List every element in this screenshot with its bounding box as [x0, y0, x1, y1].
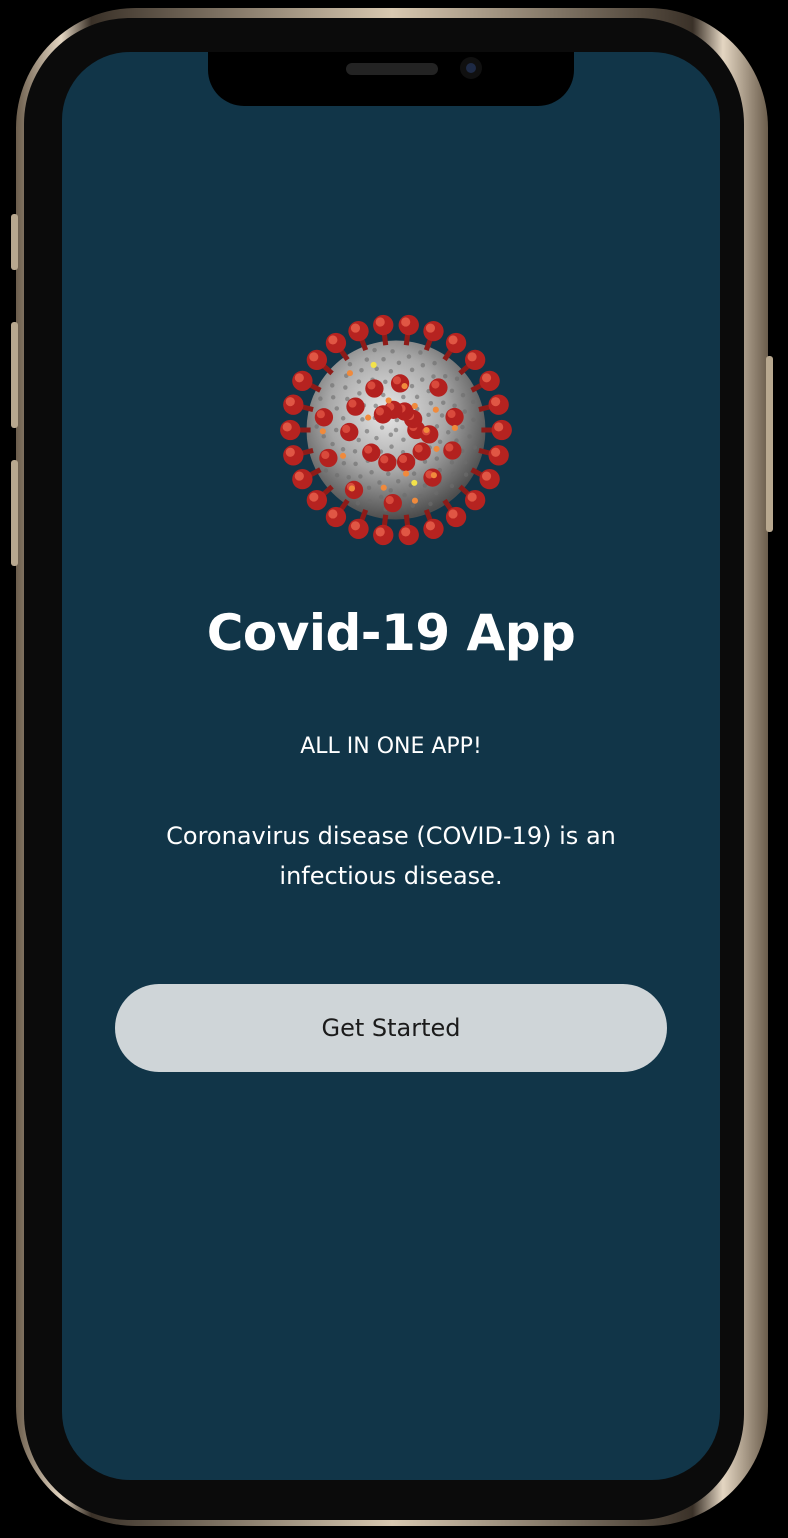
notch: [208, 52, 574, 106]
volume-up-button: [11, 322, 18, 428]
app-screen: Covid-19 App ALL IN ONE APP! Coronavirus…: [62, 52, 720, 1480]
speaker-grille: [346, 63, 438, 75]
get-started-button[interactable]: Get Started: [115, 984, 667, 1072]
app-description: Coronavirus disease (COVID-19) is an inf…: [166, 822, 616, 890]
app-tagline: ALL IN ONE APP!: [300, 734, 482, 759]
volume-down-button: [11, 460, 18, 566]
silent-switch: [11, 214, 18, 270]
front-camera: [460, 57, 482, 79]
power-button: [766, 356, 773, 532]
coronavirus-illustration: [280, 314, 512, 546]
app-title: Covid-19 App: [206, 604, 576, 662]
